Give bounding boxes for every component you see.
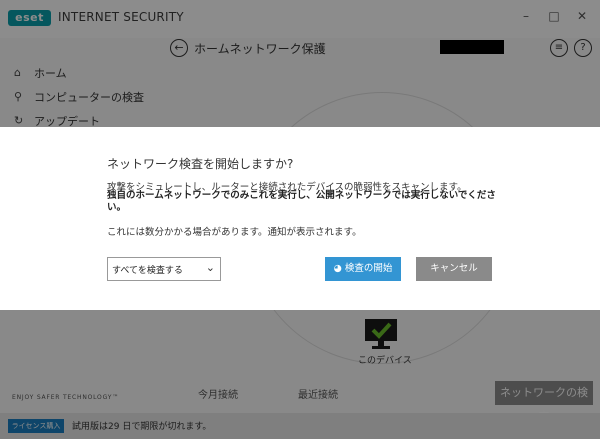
- chevron-down-icon: ⌄: [205, 261, 215, 274]
- start-scan-button[interactable]: ◕ 検査の開始: [325, 257, 401, 281]
- dialog-note: これには数分かかる場合があります。通知が表示されます。: [107, 227, 362, 238]
- scan-icon: ◕: [333, 263, 345, 274]
- dialog-title: ネットワーク検査を開始しますか?: [107, 157, 294, 171]
- start-scan-label: 検査の開始: [344, 263, 393, 274]
- select-value: すべてを検査する: [112, 266, 183, 276]
- scan-scope-select[interactable]: すべてを検査する ⌄: [107, 257, 221, 281]
- dialog-warning: 独自のホームネットワークでのみこれを実行し、公開ネットワークでは実行しないでくだ…: [107, 190, 496, 213]
- cancel-button[interactable]: キャンセル: [416, 257, 492, 281]
- scan-confirm-dialog: ネットワーク検査を開始しますか? 攻撃をシミュレートし、ルーターと接続されたデバ…: [0, 127, 600, 310]
